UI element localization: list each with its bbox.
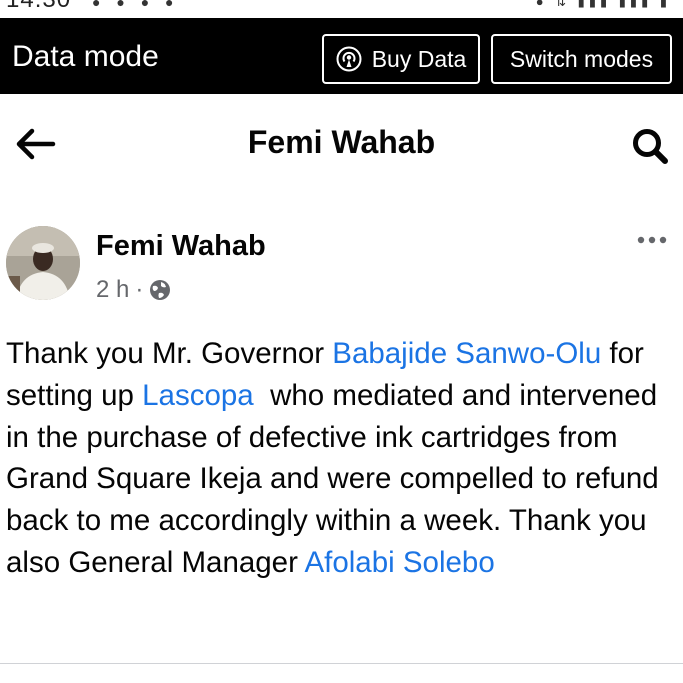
post-text-segment: Thank you Mr. Governor xyxy=(6,337,333,370)
buy-data-label: Buy Data xyxy=(371,45,467,72)
post-text: Thank you Mr. Governor Babajide Sanwo-Ol… xyxy=(6,333,676,584)
mention-afolabi-solebo[interactable]: Afolabi Solebo xyxy=(304,546,494,579)
mention-lascopa[interactable]: Lascopa xyxy=(142,379,254,412)
meta-separator: · xyxy=(135,276,144,303)
globe-icon xyxy=(150,280,171,300)
post-author[interactable]: Femi Wahab xyxy=(96,230,266,263)
avatar[interactable] xyxy=(6,226,80,300)
page-title: Femi Wahab xyxy=(247,124,436,160)
post-divider xyxy=(0,663,683,664)
post-time[interactable]: 2 h xyxy=(96,276,129,304)
broadcast-icon xyxy=(336,46,362,72)
more-options-icon[interactable] xyxy=(636,232,668,248)
signal-battery-icons: ● ⇅ ▮▮▮ ▮▮▮ ▮ xyxy=(535,0,671,9)
buy-data-button[interactable]: Buy Data xyxy=(322,34,480,84)
switch-modes-button[interactable]: Switch modes xyxy=(491,34,672,84)
avatar-photo xyxy=(6,226,80,300)
status-time: 14:30 xyxy=(6,0,71,14)
mention-babajide-sanwo-olu[interactable]: Babajide Sanwo-Olu xyxy=(332,337,601,370)
data-mode-title: Data mode xyxy=(12,40,159,73)
page-header: Femi Wahab xyxy=(0,94,683,194)
post-meta: 2 h · xyxy=(96,276,171,304)
data-mode-bar: Data mode Buy Data Switch modes xyxy=(0,18,683,94)
notification-icons: ● ● ● ● xyxy=(92,0,180,10)
search-icon[interactable] xyxy=(630,126,670,166)
switch-modes-label: Switch modes xyxy=(509,45,654,72)
status-bar: 14:30 ● ● ● ● ● ⇅ ▮▮▮ ▮▮▮ ▮ xyxy=(0,0,683,18)
